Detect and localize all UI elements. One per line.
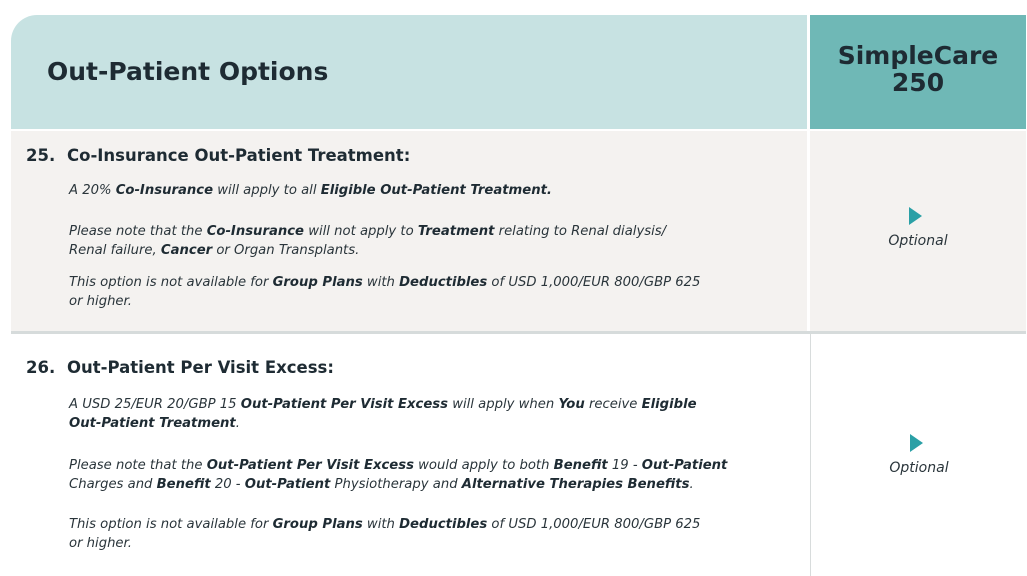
option-paragraph: This option is not available for Group P…	[69, 517, 701, 551]
option-cell-25: Optional	[810, 131, 1026, 331]
plan-name-line2: 250	[891, 68, 945, 97]
plan-name-line1: SimpleCare	[837, 41, 999, 70]
option-indicator-25: Optional	[810, 207, 1026, 249]
option-title: Co-Insurance Out-Patient Treatment:	[67, 146, 411, 165]
plan-name: SimpleCare 250	[810, 42, 1026, 96]
section-title: Out-Patient Options	[47, 57, 329, 86]
option-paragraph: A 20% Co-Insurance will apply to all Eli…	[69, 183, 552, 198]
table-header-section: Out-Patient Options	[11, 15, 807, 129]
option-status-label: Optional	[888, 233, 948, 249]
option-heading-26: 26. Out-Patient Per Visit Excess:	[26, 358, 334, 377]
option-indicator-26: Optional	[811, 434, 1027, 476]
option-title: Out-Patient Per Visit Excess:	[67, 358, 334, 377]
option-heading-25: 25. Co-Insurance Out-Patient Treatment:	[26, 146, 410, 165]
play-triangle-icon	[909, 434, 923, 452]
option-paragraph: Please note that the Co-Insurance will n…	[69, 224, 667, 258]
play-triangle-icon	[908, 207, 922, 225]
option-paragraph: Please note that the Out-Patient Per Vis…	[69, 458, 728, 492]
option-paragraph: A USD 25/EUR 20/GBP 15 Out-Patient Per V…	[69, 397, 697, 431]
option-cell-26: Optional	[810, 334, 1027, 576]
plan-column-header: SimpleCare 250	[810, 15, 1026, 129]
option-status-label: Optional	[889, 460, 949, 476]
option-number: 26.	[26, 358, 56, 377]
option-paragraph: This option is not available for Group P…	[69, 275, 701, 309]
option-number: 25.	[26, 146, 56, 165]
